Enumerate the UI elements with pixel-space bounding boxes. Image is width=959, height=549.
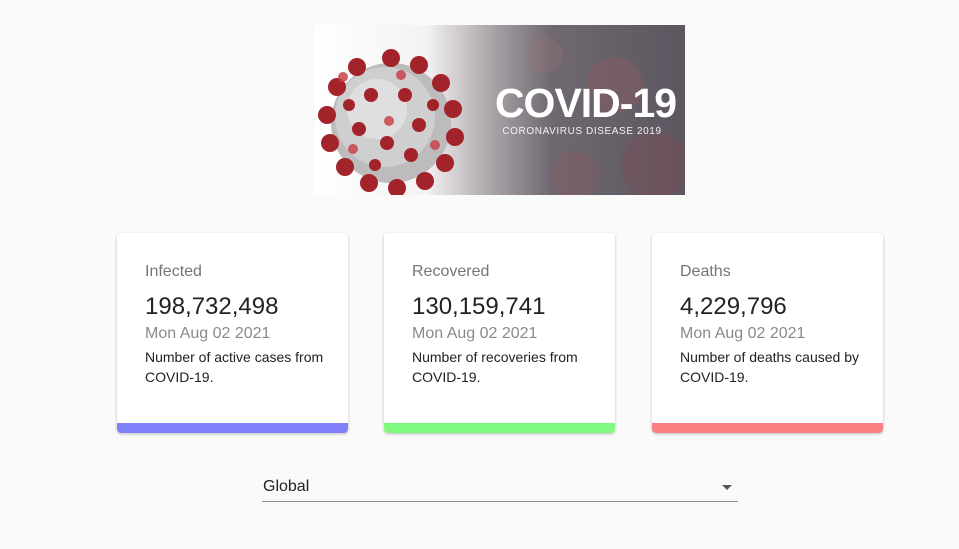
card-title: Recovered (412, 263, 490, 280)
banner-subtitle: CORONAVIRUS DISEASE 2019 (502, 126, 662, 137)
card-title: Deaths (680, 263, 731, 280)
card-color-bar (117, 423, 348, 433)
card-date: Mon Aug 02 2021 (680, 325, 806, 342)
country-select-value: Global (263, 478, 310, 495)
country-select[interactable]: Global (262, 476, 738, 502)
covid-banner-image: COVID-19 CORONAVIRUS DISEASE 2019 (315, 25, 685, 195)
card-date: Mon Aug 02 2021 (412, 325, 538, 342)
card-description: Number of deaths caused by COVID-19. (680, 349, 859, 385)
chevron-down-icon[interactable] (722, 485, 732, 490)
infected-card: Infected 198,732,498 Mon Aug 02 2021 Num… (117, 233, 348, 433)
card-description: Number of recoveries from COVID-19. (412, 349, 578, 385)
card-color-bar (384, 423, 615, 433)
card-value: 4,229,796 (680, 293, 787, 320)
card-title: Infected (145, 263, 202, 280)
card-color-bar (652, 423, 883, 433)
card-date: Mon Aug 02 2021 (145, 325, 271, 342)
card-value: 130,159,741 (412, 293, 546, 320)
recovered-card: Recovered 130,159,741 Mon Aug 02 2021 Nu… (384, 233, 615, 433)
card-description: Number of active cases from COVID-19. (145, 349, 324, 385)
card-value: 198,732,498 (145, 293, 279, 320)
deaths-card: Deaths 4,229,796 Mon Aug 02 2021 Number … (652, 233, 883, 433)
banner-title: COVID-19 (494, 80, 677, 126)
